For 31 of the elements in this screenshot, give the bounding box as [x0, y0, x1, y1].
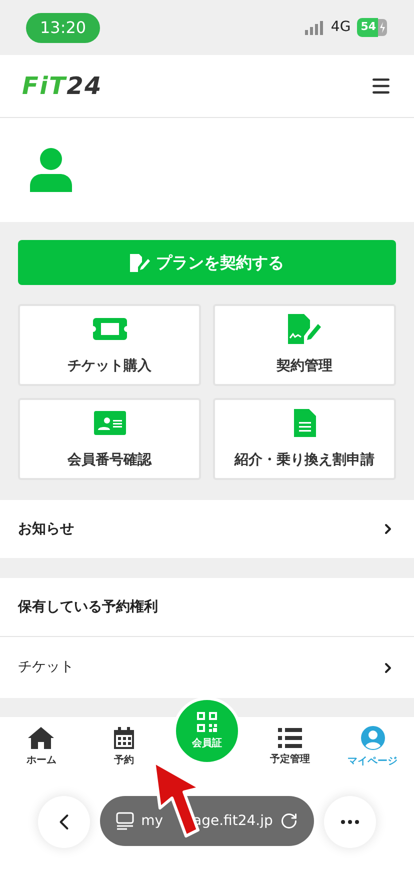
- more-icon: [341, 820, 359, 824]
- status-time: 13:20: [26, 12, 100, 42]
- menu-tile[interactable]: 紹介・乗り換え割申請: [213, 398, 396, 480]
- fit24-logo[interactable]: FiT24: [22, 74, 102, 98]
- document-icon: [294, 408, 316, 436]
- ticket-icon: [92, 318, 126, 340]
- menu-tile[interactable]: 会員番号確認: [18, 398, 201, 480]
- qr-code-icon: [196, 712, 217, 732]
- nav-tab[interactable]: 予定管理: [248, 717, 332, 778]
- user-avatar-icon: [360, 726, 385, 750]
- list-icon: [278, 728, 302, 748]
- calendar-icon: [114, 727, 134, 749]
- notice-row[interactable]: お知らせ: [0, 500, 414, 558]
- home-icon: [28, 727, 54, 749]
- menu-tile[interactable]: 契約管理: [213, 304, 396, 386]
- url-text: my: [141, 812, 164, 830]
- battery-indicator: 54: [356, 18, 378, 37]
- battery-charging-icon: [378, 19, 388, 36]
- user-icon: [30, 148, 72, 192]
- network-label: 4G: [330, 18, 351, 37]
- reload-icon[interactable]: [280, 812, 298, 830]
- tab-overview-icon: [116, 812, 134, 830]
- section-heading: 保有している予約権利: [0, 578, 414, 637]
- nav-tab[interactable]: 予約: [82, 717, 166, 778]
- signature-document-icon: [288, 314, 322, 344]
- id-card-icon: [94, 410, 126, 434]
- ticket-row[interactable]: チケット: [0, 637, 414, 698]
- menu-tile[interactable]: チケット購入: [18, 304, 201, 386]
- nav-tab[interactable]: ホーム: [0, 717, 83, 778]
- signal-icon: [304, 20, 325, 34]
- sign-document-icon: [130, 254, 150, 272]
